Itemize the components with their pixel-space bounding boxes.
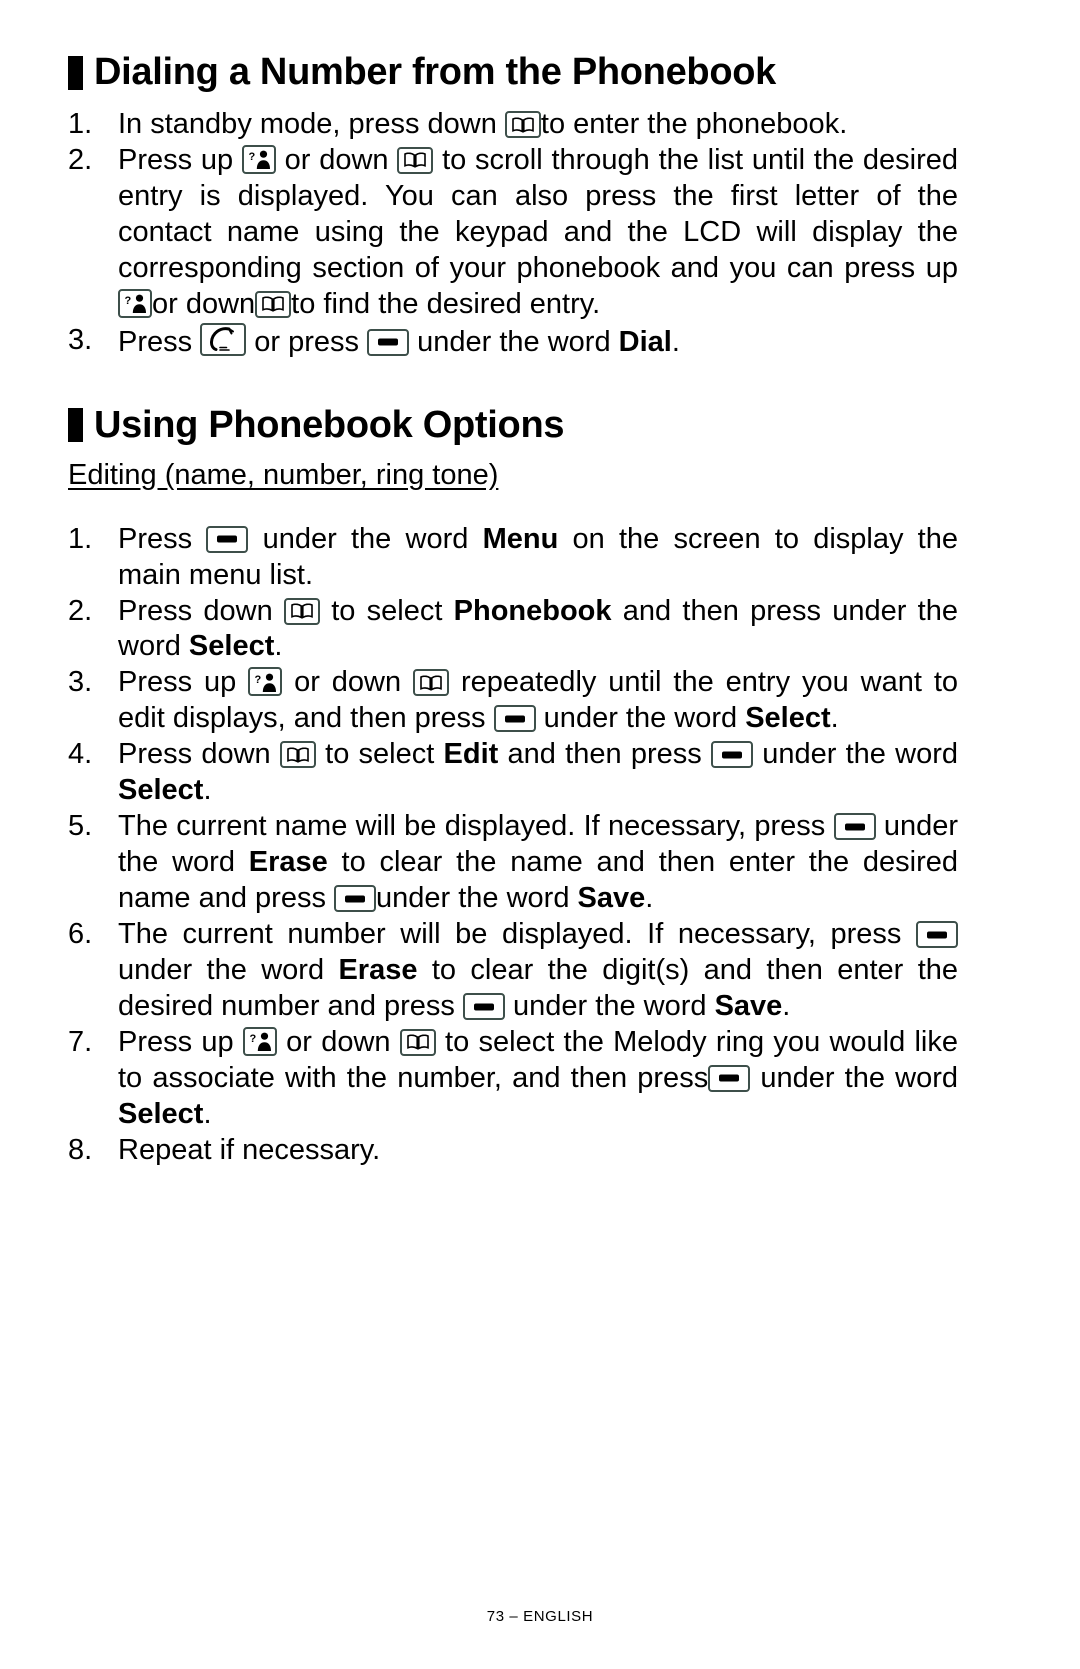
section-heading-text: Using Phonebook Options bbox=[94, 403, 565, 446]
phonebook-down-key-icon bbox=[399, 1028, 436, 1056]
emphasized-word: Dial bbox=[618, 325, 672, 358]
svg-text:?: ? bbox=[255, 674, 262, 686]
step-number: 1. bbox=[68, 522, 93, 555]
emphasized-word: Erase bbox=[338, 954, 418, 987]
section-heading-dialing: Dialing a Number from the Phonebook bbox=[68, 51, 958, 93]
emphasized-word: Menu bbox=[482, 522, 559, 555]
step-number: 7. bbox=[68, 1025, 93, 1058]
phonebook-down-key-icon bbox=[413, 669, 450, 697]
step-number: 5. bbox=[68, 810, 93, 843]
step-text: Press down to select Phonebook and then … bbox=[118, 594, 958, 663]
step-number: 8. bbox=[68, 1133, 93, 1166]
page-footer: 73 – ENGLISH bbox=[486, 1608, 594, 1625]
step-item: 6. The current number will be displayed. … bbox=[68, 917, 958, 1025]
phonebook-down-key-icon bbox=[283, 597, 320, 625]
step-item: 8. Repeat if necessary. bbox=[68, 1133, 958, 1169]
step-number: 6. bbox=[68, 918, 93, 951]
step-text: Press up ? or down to select the Melody … bbox=[118, 1025, 959, 1130]
soft-key-icon bbox=[367, 328, 410, 356]
emphasized-word: Select bbox=[745, 702, 831, 735]
step-number: 2. bbox=[68, 594, 93, 627]
step-number: 1. bbox=[68, 108, 93, 141]
manual-page: Dialing a Number from the Phonebook 1. In… bbox=[0, 0, 1080, 1669]
svg-text:?: ? bbox=[125, 295, 132, 307]
step-text: The current number will be displayed. If… bbox=[118, 918, 959, 1023]
soft-key-icon bbox=[710, 741, 753, 769]
emphasized-word: Select bbox=[118, 1097, 204, 1130]
steps-list-dialing: 1. In standby mode, press down to enter t… bbox=[68, 107, 958, 361]
sub-heading-editing: Editing (name, number, ring tone) bbox=[68, 458, 499, 491]
soft-key-icon bbox=[708, 1064, 751, 1092]
step-text: In standby mode, press down to enter the… bbox=[118, 108, 848, 141]
step-item: 7. Press up ? or down to select the Melod… bbox=[68, 1025, 958, 1133]
svg-text:?: ? bbox=[249, 1033, 256, 1045]
step-item: 2. Press down to select Phonebook and the… bbox=[68, 594, 958, 666]
svg-text:?: ? bbox=[248, 151, 255, 163]
step-item: 4. Press down to select Edit and then pre… bbox=[68, 737, 958, 809]
emphasized-word: Select bbox=[188, 630, 275, 663]
step-item: 3. Press up ? or down repeatedly until th… bbox=[68, 665, 958, 737]
emphasized-word: Erase bbox=[248, 846, 328, 879]
soft-key-icon bbox=[462, 993, 505, 1021]
talk-key-icon bbox=[200, 322, 247, 356]
soft-key-icon bbox=[833, 813, 876, 841]
page-content: Dialing a Number from the Phonebook 1. In… bbox=[68, 51, 958, 1169]
step-item: 1. Press under the word Menu on the scree… bbox=[68, 522, 958, 594]
step-number: 2. bbox=[68, 143, 93, 176]
callerid-up-key-icon: ? bbox=[242, 1026, 277, 1056]
soft-key-icon bbox=[493, 705, 536, 733]
steps-list-editing: 1. Press under the word Menu on the scree… bbox=[68, 522, 958, 1169]
step-item: 1. In standby mode, press down to enter t… bbox=[68, 107, 958, 143]
phonebook-down-key-icon bbox=[504, 111, 541, 139]
step-text: Press down to select Edit and then press… bbox=[118, 738, 959, 807]
soft-key-icon bbox=[206, 525, 249, 553]
step-text: The current name will be displayed. If n… bbox=[118, 810, 958, 915]
step-item: 2. Press up ? or down to scroll through t… bbox=[68, 143, 958, 323]
callerid-up-key-icon: ? bbox=[118, 288, 152, 318]
phonebook-down-key-icon bbox=[279, 741, 316, 769]
emphasized-word: Save bbox=[714, 990, 783, 1023]
section-heading-text: Dialing a Number from the Phonebook bbox=[94, 51, 776, 93]
step-number: 3. bbox=[68, 323, 93, 356]
heading-bullet-icon bbox=[68, 55, 83, 90]
step-text: Press or press under the word Dial. bbox=[118, 322, 680, 358]
step-text: Repeat if necessary. bbox=[118, 1133, 381, 1166]
callerid-up-key-icon: ? bbox=[248, 667, 283, 697]
emphasized-word: Phonebook bbox=[453, 594, 612, 627]
step-text: Press under the word Menu on the screen … bbox=[118, 522, 958, 591]
step-text: Press up ? or down repeatedly until the … bbox=[118, 666, 959, 735]
phonebook-down-key-icon bbox=[255, 290, 292, 318]
step-number: 4. bbox=[68, 738, 93, 771]
phonebook-down-key-icon bbox=[397, 146, 434, 174]
step-number: 3. bbox=[68, 666, 93, 699]
soft-key-icon bbox=[334, 885, 377, 913]
section-heading-options: Using Phonebook Options bbox=[68, 403, 958, 446]
emphasized-word: Edit bbox=[443, 738, 499, 771]
soft-key-icon bbox=[916, 921, 958, 949]
heading-bullet-icon bbox=[68, 408, 83, 443]
callerid-up-key-icon: ? bbox=[241, 144, 276, 174]
emphasized-word: Select bbox=[118, 774, 204, 807]
step-item: 3. Press or press under the word Dial. bbox=[68, 322, 958, 361]
step-item: 5. The current name will be displayed. If… bbox=[68, 809, 958, 917]
step-text: Press up ? or down to scroll through the… bbox=[118, 143, 958, 320]
emphasized-word: Save bbox=[577, 882, 646, 915]
